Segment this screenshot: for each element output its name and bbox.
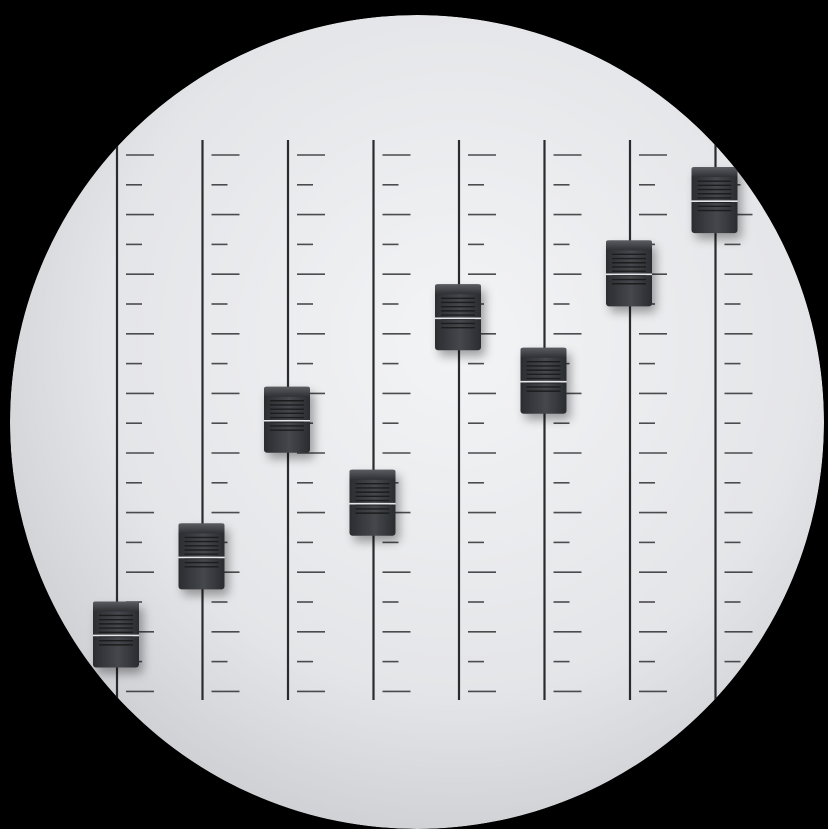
knob-top <box>264 386 310 397</box>
fader-3-knob[interactable] <box>264 386 310 453</box>
knob-top <box>691 167 738 178</box>
fader-7-knob[interactable] <box>606 240 652 307</box>
knob-top <box>349 469 396 480</box>
fader-2-knob[interactable] <box>178 523 225 590</box>
fader-photo <box>0 0 828 829</box>
knob-top <box>435 284 481 295</box>
fader-6-knob[interactable] <box>520 347 567 414</box>
knob-top <box>520 347 567 358</box>
fader-1-knob[interactable] <box>93 601 139 668</box>
fader-5-knob[interactable] <box>435 284 481 351</box>
knob-top <box>178 523 225 534</box>
knob-top <box>606 240 652 251</box>
fader-4-knob[interactable] <box>349 469 396 536</box>
panel-surface <box>10 15 824 829</box>
fader-8-knob[interactable] <box>691 167 738 234</box>
knob-top <box>93 601 139 612</box>
photo-stage <box>0 0 828 829</box>
